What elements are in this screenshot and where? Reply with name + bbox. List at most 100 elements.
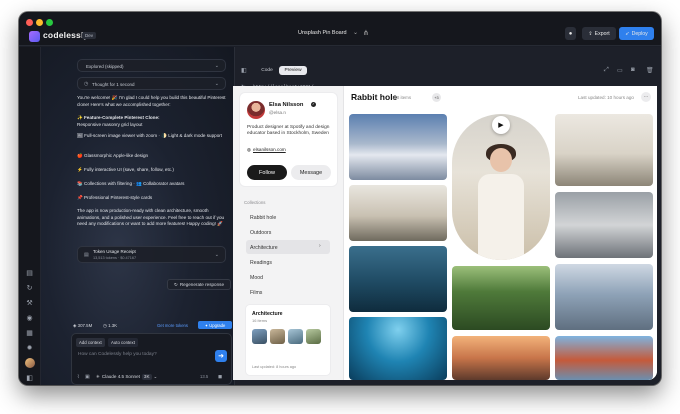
close-window-button[interactable] xyxy=(26,19,33,26)
collection-card-title: Architecture xyxy=(252,311,283,317)
pin-image-city[interactable] xyxy=(555,264,653,330)
rocket-icon: ➶ xyxy=(625,30,630,37)
profile-avatar[interactable] xyxy=(247,101,265,119)
pin-image-mountains[interactable] xyxy=(349,114,447,180)
send-button[interactable]: ➜ xyxy=(215,350,227,362)
pin-image-office[interactable] xyxy=(349,185,447,241)
profile-link[interactable]: ◍ elsanilsson.com xyxy=(247,147,286,153)
chat-icon[interactable]: ◉ xyxy=(25,314,34,323)
auto-context-toggle[interactable]: Auto context xyxy=(108,338,138,347)
play-icon: ▶ xyxy=(498,122,504,129)
tab-code[interactable]: Code xyxy=(257,66,277,75)
wrench-icon[interactable]: ⚒ xyxy=(25,299,34,308)
app-sidebar: Elsa Nilsson ✓ @elsa.n Product designer … xyxy=(233,86,344,380)
attach-icon[interactable]: ⌇ xyxy=(77,374,79,380)
thought-card[interactable]: Thought for 1 second ◷ ⌄ xyxy=(77,77,226,90)
avatar[interactable] xyxy=(25,358,35,368)
message-button[interactable]: Message xyxy=(291,165,331,180)
portrait-face xyxy=(490,148,512,172)
sidebar-toggle-icon[interactable]: ◧ xyxy=(25,374,34,383)
stop-icon[interactable]: ◼ xyxy=(218,374,222,380)
left-rail: ▤ ↻ ⚒ ◉ ▦ ✹ ◧ xyxy=(19,47,41,385)
chevron-down-icon: ⌄ xyxy=(214,63,219,69)
project-title[interactable]: Unsplash Pin Board xyxy=(298,30,347,36)
chevron-down-icon: ⌄ xyxy=(214,81,219,87)
codelessly-logo-icon xyxy=(29,31,40,42)
pin-image-livingroom[interactable] xyxy=(555,114,653,186)
collection-thumb xyxy=(306,329,321,344)
share-icon[interactable]: ⋔ xyxy=(363,29,369,37)
github-button[interactable]: ● xyxy=(565,27,576,40)
refresh-icon: ↻ xyxy=(173,281,178,287)
image-icon[interactable]: ▣ xyxy=(85,374,90,380)
collaborators-more[interactable]: +3 xyxy=(432,93,441,102)
maximize-window-button[interactable] xyxy=(46,19,53,26)
regenerate-button[interactable]: ↻ Regenerate response xyxy=(167,279,231,290)
layout-line: Responsive masonry grid layout xyxy=(77,122,143,127)
model-selector[interactable]: ✳ Claude 4.5 Sonnet 3K ⌄ xyxy=(96,374,157,380)
settings-icon[interactable]: ✹ xyxy=(25,344,34,353)
prompt-input[interactable]: How can Codelessly help you today? xyxy=(78,352,212,362)
collection-item[interactable]: Films xyxy=(250,286,330,299)
camera-icon[interactable]: ◙ xyxy=(631,67,635,73)
pin-image-bridge[interactable] xyxy=(555,336,653,380)
pin-image-underwater[interactable] xyxy=(349,317,447,380)
layers-icon[interactable]: ▤ xyxy=(25,269,34,278)
verified-icon: ✓ xyxy=(311,102,316,107)
regenerate-label: Regenerate response xyxy=(179,282,225,287)
receipt-icon: ▤ xyxy=(84,252,89,258)
deploy-button[interactable]: ➶ Deploy xyxy=(619,27,654,40)
refresh-icon[interactable]: ↻ xyxy=(25,284,34,293)
stat-other: 1.3K xyxy=(108,323,118,328)
add-context-button[interactable]: Add context xyxy=(76,338,105,347)
collection-thumb xyxy=(288,329,303,344)
database-icon: ◈ xyxy=(73,323,77,328)
upgrade-button[interactable]: ✦ Upgrade xyxy=(198,321,232,329)
portrait-suit xyxy=(478,174,524,260)
env-badge[interactable]: Dev xyxy=(82,32,97,39)
collection-item[interactable]: Outdoors xyxy=(250,226,330,239)
pin-image-interior[interactable] xyxy=(555,192,653,258)
trash-icon[interactable]: 🗑 xyxy=(646,67,654,74)
collection-card[interactable]: Architecture 16 items Last updated: 8 ho… xyxy=(245,304,331,376)
collection-item[interactable]: Readings xyxy=(250,256,330,269)
auto-context-label: Auto context xyxy=(111,340,135,345)
chevron-down-icon: ⌄ xyxy=(214,252,219,258)
export-icon: ⇪ xyxy=(588,30,593,37)
more-horizontal-icon[interactable]: ⋯ xyxy=(641,92,651,102)
token-count: 13.5 xyxy=(200,374,209,379)
chevron-right-icon: › xyxy=(319,243,321,249)
pin-image-forest[interactable] xyxy=(452,266,550,330)
title-bar: codelessly Dev Unsplash Pin Board ⌄ ⋔ ● … xyxy=(19,12,661,46)
monitor-icon[interactable]: ▭ xyxy=(617,67,623,74)
stat-tokens: 307.5M xyxy=(77,323,93,328)
profile-card: Elsa Nilsson ✓ @elsa.n Product designer … xyxy=(239,92,338,187)
feature-item: ⚡ Fully interactive UI (save, share, fol… xyxy=(77,167,174,172)
assistant-outro: The app is now production-ready with cle… xyxy=(77,208,225,227)
expand-icon[interactable]: ⤢ xyxy=(604,67,609,74)
profile-bio: Product designer at Spotify and design e… xyxy=(247,125,330,137)
pin-image-wave[interactable] xyxy=(349,246,447,312)
chevron-down-icon[interactable]: ⌄ xyxy=(353,29,358,36)
database-icon[interactable]: ▦ xyxy=(25,329,34,338)
minimize-window-button[interactable] xyxy=(36,19,43,26)
pin-video-portrait[interactable] xyxy=(452,114,550,260)
feature-item: 🖼 Full-screen image viewer with zoom · 🌓… xyxy=(77,133,223,138)
model-badge: 3K xyxy=(141,374,152,380)
play-button[interactable]: ▶ xyxy=(492,116,510,134)
clock-icon: ◷ xyxy=(103,323,107,328)
token-receipt-card[interactable]: ▤ Token Usage Receipt 13,513 tokens · $0… xyxy=(77,246,226,263)
collection-card-sub: 16 items xyxy=(252,318,268,323)
collection-item-active[interactable]: Architecture xyxy=(250,241,330,254)
collection-item[interactable]: Rabbit hole xyxy=(250,211,330,224)
tab-preview[interactable]: Preview xyxy=(279,66,307,75)
sidebar-toggle-icon[interactable]: ◧ xyxy=(241,67,247,74)
follow-button[interactable]: Follow xyxy=(247,165,287,180)
receipt-sub: 13,513 tokens · $0.47167 xyxy=(93,256,137,260)
explored-card[interactable]: Explored (skipped) ⌄ xyxy=(77,59,226,72)
export-button[interactable]: ⇪ Export xyxy=(582,27,616,40)
collection-item[interactable]: Mood xyxy=(250,271,330,284)
thought-label: Thought for 1 second xyxy=(92,82,135,87)
pin-image-pagoda[interactable] xyxy=(452,336,550,380)
get-tokens-link[interactable]: Get more tokens xyxy=(157,323,188,328)
